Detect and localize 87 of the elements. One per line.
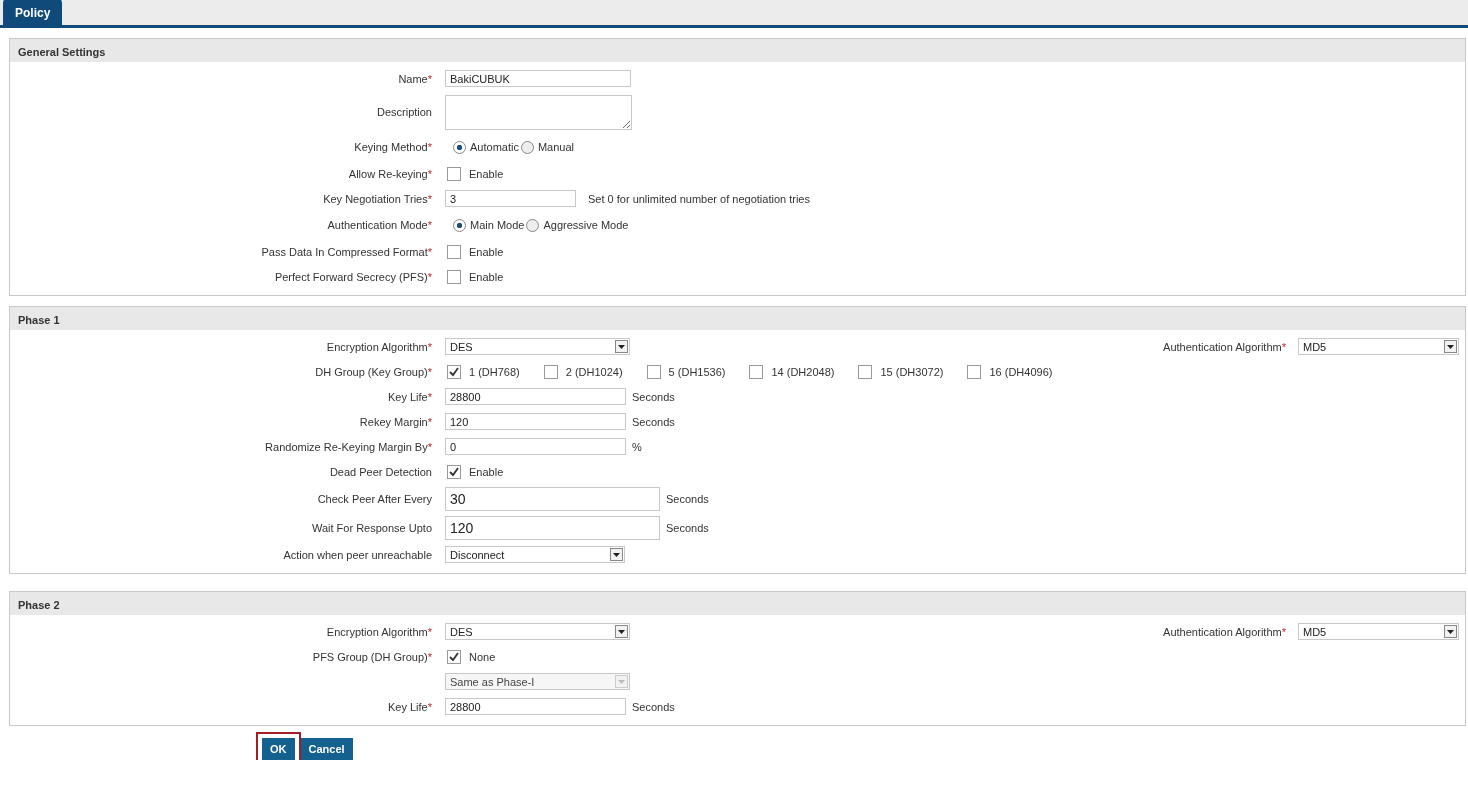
- text-field[interactable]: 120: [445, 515, 660, 540]
- field-label: Encryption Algorithm*: [325, 340, 433, 353]
- checkbox[interactable]: [447, 166, 461, 181]
- unit-label: %: [632, 440, 642, 453]
- section-header: Phase 2: [10, 592, 1465, 615]
- radio-button[interactable]: [526, 218, 540, 232]
- dropdown[interactable]: MD5: [1298, 623, 1459, 640]
- checkmark-icon: [449, 466, 459, 477]
- radio-label: Manual: [537, 141, 574, 153]
- caret-icon[interactable]: [615, 625, 628, 638]
- field-label: Encryption Algorithm*: [325, 625, 433, 638]
- field-label: Rekey Margin*: [358, 415, 433, 428]
- tab[interactable]: Policy: [3, 0, 63, 25]
- field-label: Authentication Mode*: [326, 219, 433, 231]
- checkbox-label: 15 (DH3072): [880, 365, 944, 378]
- checkbox-label: None: [469, 650, 496, 663]
- checkbox-label: Enable: [469, 245, 504, 258]
- radio-button[interactable]: [453, 140, 466, 154]
- hint-text: Set 0 for unlimited number of negotiation tries: [588, 192, 810, 205]
- checkbox[interactable]: [858, 364, 873, 379]
- checkbox[interactable]: [543, 364, 558, 379]
- field-label: Key Life*: [386, 700, 433, 713]
- dropdown[interactable]: DES: [445, 338, 630, 355]
- checkbox-label: Enable: [469, 167, 504, 180]
- text-field[interactable]: 30: [445, 486, 660, 511]
- radio-button[interactable]: [520, 140, 534, 154]
- field-label: Pass Data In Compressed Format*: [260, 245, 433, 258]
- field-label: DH Group (Key Group)*: [314, 365, 433, 378]
- radio-label: Automatic: [470, 141, 519, 153]
- text-field[interactable]: 28800: [445, 388, 626, 405]
- field-label: Name*: [397, 72, 433, 85]
- field-label: Allow Re-keying*: [347, 167, 433, 180]
- checkbox-label: 16 (DH4096): [989, 365, 1053, 378]
- checkbox[interactable]: [749, 364, 764, 379]
- field-label: Action when peer unreachable: [282, 548, 433, 561]
- checkmark-icon: [449, 366, 459, 377]
- checkbox[interactable]: [447, 364, 461, 379]
- checkbox-label: 1 (DH768): [469, 365, 520, 378]
- radio-button[interactable]: [453, 218, 466, 232]
- checkmark-icon: [449, 651, 459, 662]
- dropdown[interactable]: MD5: [1298, 338, 1459, 355]
- unit-label: Seconds: [632, 390, 675, 403]
- text-field[interactable]: 120: [445, 413, 626, 430]
- field-label: Perfect Forward Secrecy (PFS)*: [273, 270, 433, 283]
- caret-icon[interactable]: [615, 340, 628, 353]
- field-label: Randomize Re-Keying Margin By*: [264, 440, 433, 453]
- section-header: Phase 1: [10, 307, 1465, 330]
- checkbox[interactable]: [447, 269, 461, 284]
- field-label: Wait For Response Upto: [310, 521, 433, 534]
- field-label: Key Life*: [386, 390, 433, 403]
- unit-label: Seconds: [666, 521, 709, 534]
- text-field[interactable]: 3: [445, 190, 576, 207]
- caret-icon[interactable]: [610, 548, 623, 561]
- unit-label: Seconds: [666, 492, 709, 505]
- checkbox[interactable]: [447, 464, 461, 479]
- checkbox-label: 5 (DH1536): [668, 365, 726, 378]
- text-area[interactable]: [445, 94, 632, 130]
- field-label: Authentication Algorithm*: [1163, 340, 1286, 353]
- field-label: Description: [375, 106, 433, 118]
- unit-label: Seconds: [632, 415, 675, 428]
- field-label: Keying Method*: [353, 141, 433, 153]
- checkbox-label: Enable: [469, 270, 504, 283]
- caret-icon[interactable]: [1444, 340, 1457, 353]
- field-label: Dead Peer Detection: [328, 465, 433, 478]
- checkbox-label: 2 (DH1024): [565, 365, 623, 378]
- checkbox[interactable]: [646, 364, 661, 379]
- form-button[interactable]: OK: [262, 738, 295, 760]
- caret-icon[interactable]: [1444, 625, 1457, 638]
- checkbox-label: 14 (DH2048): [771, 365, 835, 378]
- field-label: PFS Group (DH Group)*: [311, 650, 433, 663]
- dropdown[interactable]: DES: [445, 623, 630, 640]
- radio-label: Main Mode: [470, 219, 525, 231]
- text-field[interactable]: 0: [445, 438, 626, 455]
- field-label: Authentication Algorithm*: [1163, 625, 1286, 638]
- radio-label: Aggressive Mode: [543, 219, 629, 231]
- text-field[interactable]: BakiCUBUK: [445, 70, 631, 87]
- checkbox[interactable]: [447, 244, 461, 259]
- field-label: Check Peer After Every: [316, 492, 433, 505]
- checkbox[interactable]: [447, 649, 461, 664]
- dropdown[interactable]: Disconnect: [445, 546, 625, 563]
- form-button[interactable]: Cancel: [300, 738, 353, 760]
- section-header: General Settings: [10, 39, 1465, 62]
- field-label: Key Negotiation Tries*: [322, 192, 433, 205]
- unit-label: Seconds: [632, 700, 675, 713]
- text-field[interactable]: 28800: [445, 698, 626, 715]
- checkbox[interactable]: [967, 364, 982, 379]
- checkbox-label: Enable: [469, 465, 504, 478]
